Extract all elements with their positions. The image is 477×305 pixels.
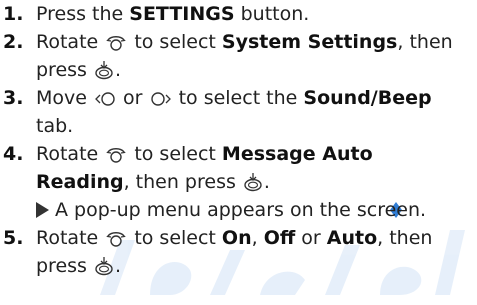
rotary-dial-icon: [105, 228, 127, 248]
step-5: 5. Rotate to select On, Off or Auto, the…: [3, 224, 473, 280]
rotary-dial-icon: [105, 32, 127, 52]
step-text-continued: press .: [36, 59, 122, 81]
step-1: 1. Press the SETTINGS button.: [3, 0, 473, 28]
step-text: Rotate to select On, Off or Auto, then: [36, 227, 433, 249]
step-text: Rotate to select System Settings, then: [36, 31, 453, 53]
step-text-continued: press .: [36, 255, 122, 277]
enter-press-icon: [94, 256, 114, 276]
step-number: 4.: [3, 143, 24, 165]
move-left-icon: [94, 90, 116, 108]
step-text-continued: Reading, then press .: [36, 171, 270, 193]
step-text-continued: tab.: [36, 115, 74, 137]
instruction-page: 1. Press the SETTINGS button. 2. Rotate …: [0, 0, 477, 305]
step-number: 3.: [3, 87, 24, 109]
step-text: Press the SETTINGS button.: [36, 3, 310, 25]
rotary-dial-icon: [105, 144, 127, 164]
step-number: 2.: [3, 31, 24, 53]
step-4: 4. Rotate to select Message Auto Reading…: [3, 140, 473, 224]
result-note: A pop-up menu appears on the screen.: [36, 196, 473, 224]
step-number: 1.: [3, 3, 24, 25]
step-2: 2. Rotate to select System Settings, the…: [3, 28, 473, 84]
steps-list: 1. Press the SETTINGS button. 2. Rotate …: [3, 0, 473, 280]
enter-press-icon: [94, 60, 114, 80]
step-3: 3. Move or to select the Sound/Beep tab.: [3, 84, 473, 140]
step-text: Move or to select the Sound/Beep: [36, 87, 432, 109]
enter-press-icon: [243, 172, 263, 192]
step-text: Rotate to select Message Auto: [36, 143, 373, 165]
step-number: 5.: [3, 227, 24, 249]
move-right-icon: [150, 90, 172, 108]
result-arrow-icon: [36, 202, 49, 218]
